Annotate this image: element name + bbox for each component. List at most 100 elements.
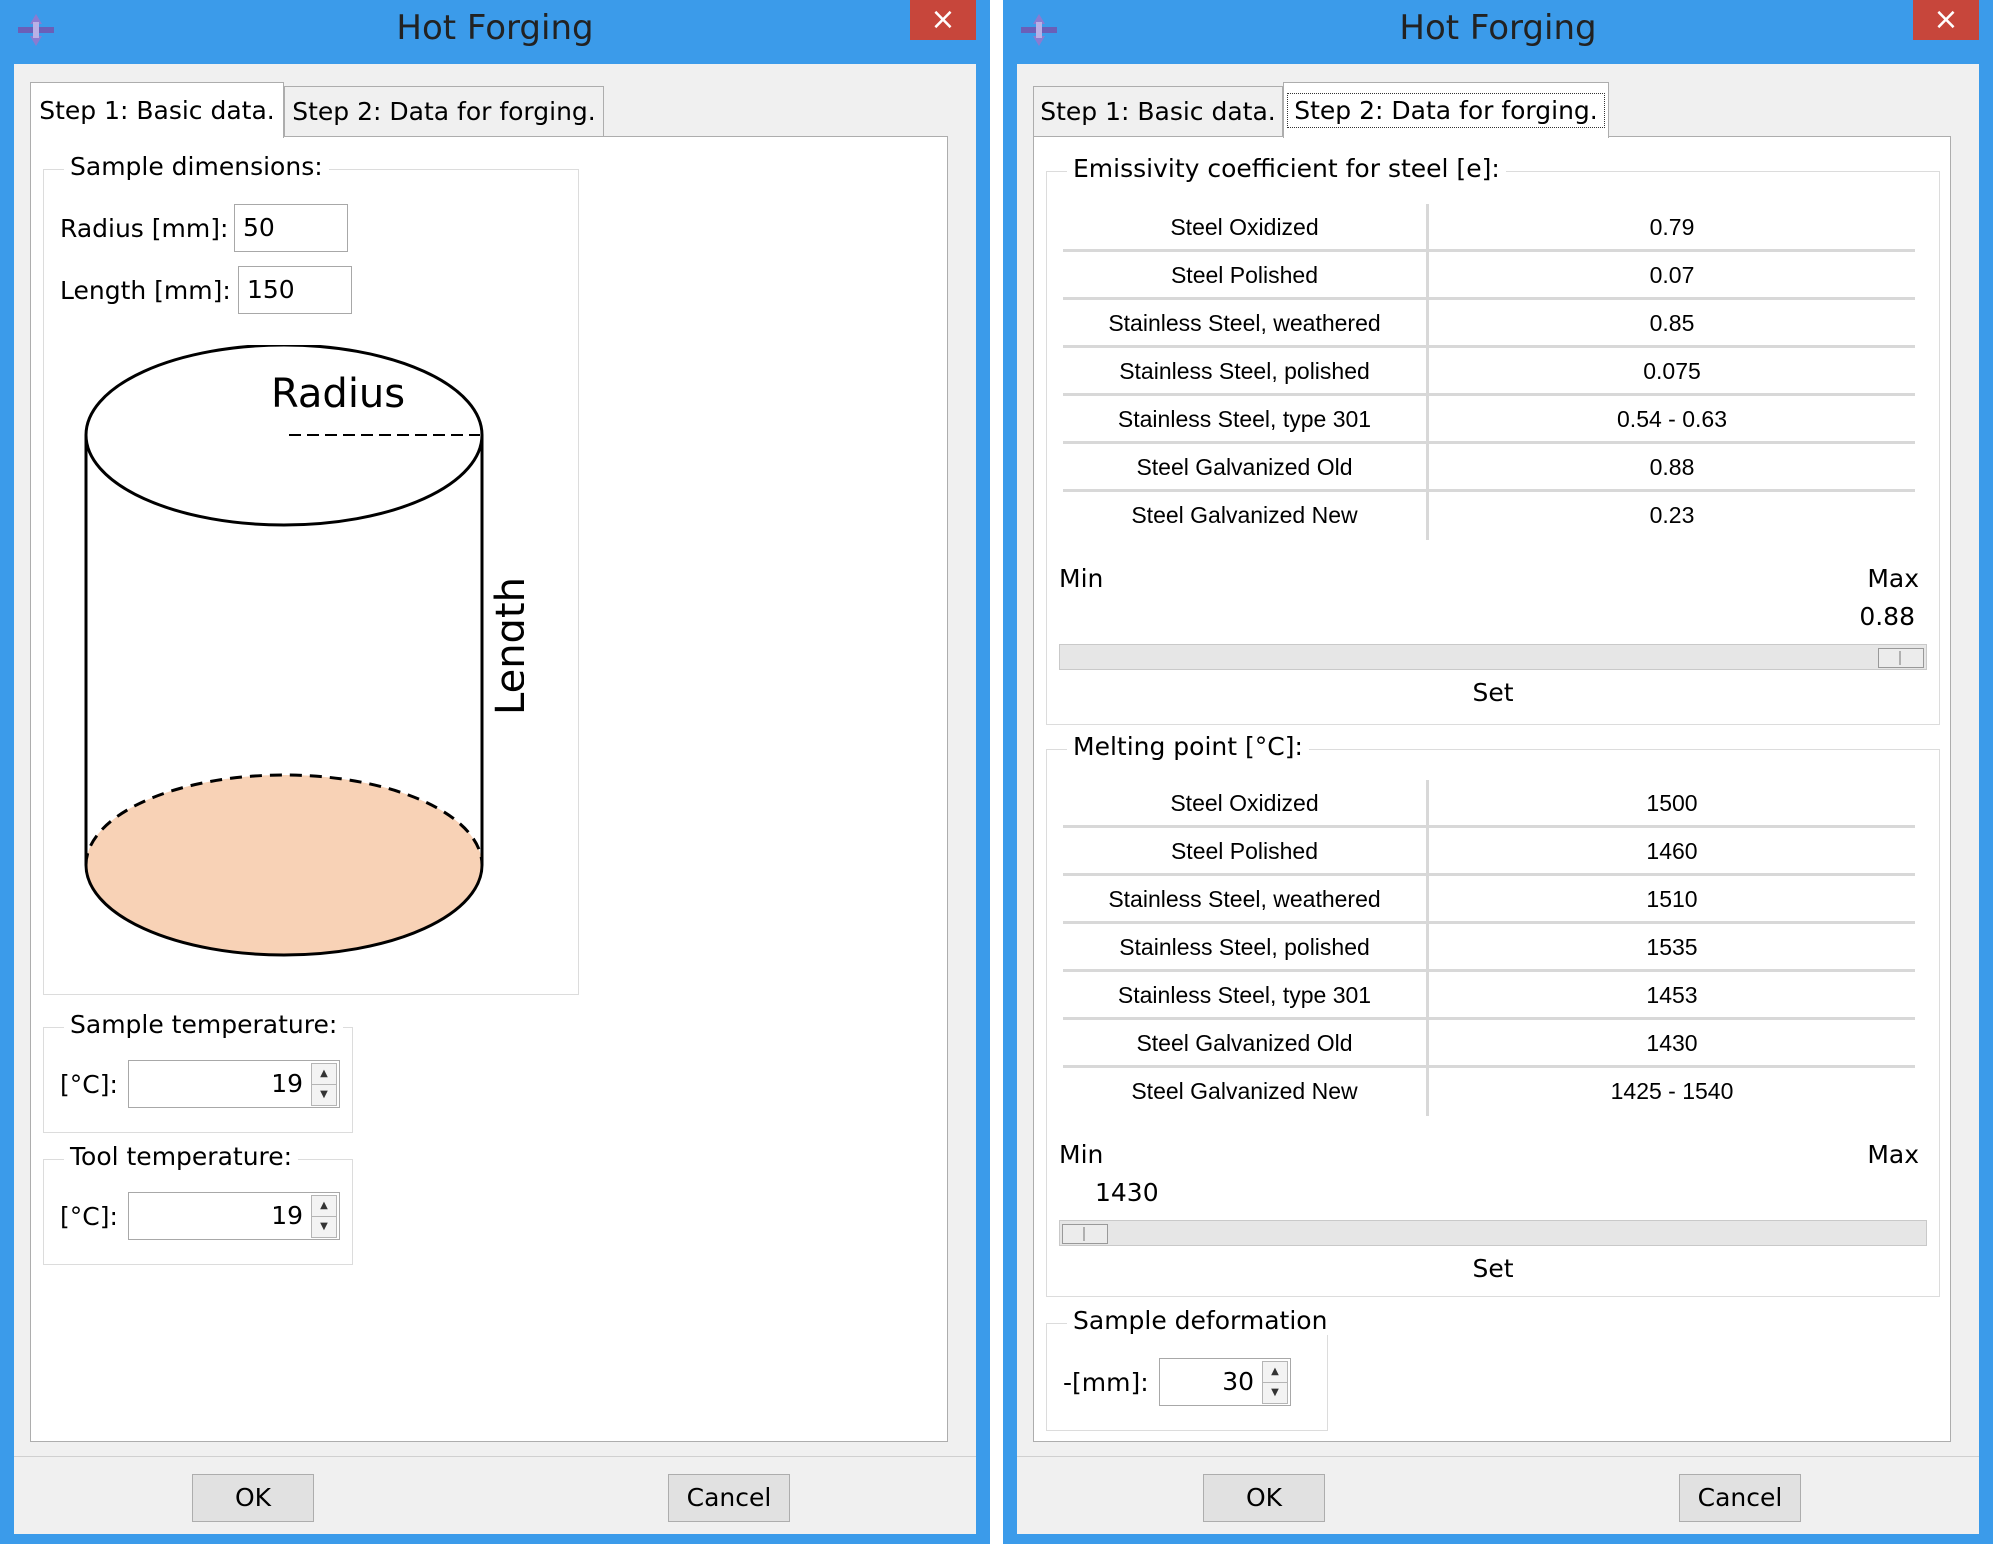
- emissivity-group: Emissivity coefficient for steel [e]: St…: [1046, 154, 1940, 725]
- slider-thumb[interactable]: [1878, 648, 1924, 668]
- table-row[interactable]: Stainless Steel, type 301 1453: [1063, 972, 1915, 1020]
- emissivity-slider-value: 0.88: [1859, 602, 1915, 631]
- sample-temperature-spinner[interactable]: 19 ▲ ▼: [128, 1060, 340, 1108]
- sample-temperature-value: 19: [271, 1069, 303, 1098]
- table-row[interactable]: Stainless Steel, polished 1535: [1063, 924, 1915, 972]
- footer-divider: [1017, 1456, 1979, 1457]
- spin-down-icon[interactable]: ▼: [311, 1216, 337, 1238]
- row-name: Steel Polished: [1063, 828, 1429, 876]
- ok-button[interactable]: OK: [192, 1474, 314, 1522]
- table-row[interactable]: Stainless Steel, weathered 1510: [1063, 876, 1915, 924]
- spin-up-icon[interactable]: ▲: [311, 1063, 337, 1085]
- row-name: Steel Galvanized Old: [1063, 444, 1429, 492]
- row-name: Steel Oxidized: [1063, 204, 1429, 252]
- tab-panel-basic-data: Sample dimensions: Radius [mm]: 50 Lengt…: [30, 136, 948, 1442]
- sample-dimensions-label: Sample dimensions:: [64, 152, 329, 181]
- tab-step1[interactable]: Step 1: Basic data.: [30, 82, 284, 138]
- tool-temperature-label: Tool temperature:: [64, 1142, 299, 1171]
- dialog-client: Step 1: Basic data. Step 2: Data for for…: [14, 64, 976, 1534]
- title-bar[interactable]: Hot Forging ×: [1003, 0, 1993, 60]
- table-row[interactable]: Stainless Steel, weathered 0.85: [1063, 300, 1915, 348]
- melting-min-label: Min: [1059, 1140, 1104, 1169]
- row-value: 0.075: [1643, 358, 1701, 384]
- sample-temperature-unit: [°C]:: [60, 1070, 118, 1099]
- sample-deformation-group: Sample deformation -[mm]: 30 ▲ ▼: [1046, 1306, 1334, 1431]
- row-value: 1430: [1646, 1030, 1698, 1056]
- melting-slider[interactable]: [1059, 1220, 1927, 1246]
- table-row[interactable]: Steel Polished 0.07: [1063, 252, 1915, 300]
- cylinder-diagram: Radius Length: [84, 345, 524, 957]
- title-bar[interactable]: Hot Forging ×: [0, 0, 990, 60]
- melting-max-label: Max: [1867, 1140, 1919, 1169]
- row-name: Stainless Steel, polished: [1063, 348, 1429, 396]
- row-value: 1453: [1646, 982, 1698, 1008]
- hot-forging-window-step1: Hot Forging × Step 1: Basic data. Step 2…: [0, 0, 990, 1544]
- close-button[interactable]: ×: [910, 0, 976, 40]
- slider-thumb[interactable]: [1062, 1224, 1108, 1244]
- deformation-spinner[interactable]: 30 ▲ ▼: [1159, 1358, 1291, 1406]
- window-title: Hot Forging: [1399, 8, 1597, 48]
- table-row[interactable]: Stainless Steel, polished 0.075: [1063, 348, 1915, 396]
- hot-forging-window-step2: Hot Forging × Step 1: Basic data. Step 2…: [1003, 0, 1993, 1544]
- table-row[interactable]: Steel Galvanized Old 1430: [1063, 1020, 1915, 1068]
- melting-set-label: Set: [1472, 1254, 1514, 1283]
- row-value: 1460: [1646, 838, 1698, 864]
- emissivity-max-label: Max: [1867, 564, 1919, 593]
- spin-down-icon[interactable]: ▼: [311, 1084, 337, 1106]
- row-name: Steel Galvanized New: [1063, 1068, 1429, 1116]
- cancel-button[interactable]: Cancel: [1679, 1474, 1801, 1522]
- cancel-button[interactable]: Cancel: [668, 1474, 790, 1522]
- melting-point-label: Melting point [°C]:: [1067, 732, 1309, 761]
- tab-step2[interactable]: Step 2: Data for forging.: [1283, 82, 1609, 138]
- diagram-length-label: Length: [488, 577, 524, 715]
- tab-step1[interactable]: Step 1: Basic data.: [1033, 86, 1283, 136]
- table-row[interactable]: Steel Galvanized New 0.23: [1063, 492, 1915, 540]
- row-name: Steel Polished: [1063, 252, 1429, 300]
- tab-panel-forging-data: Emissivity coefficient for steel [e]: St…: [1033, 136, 1951, 1442]
- melting-slider-value: 1430: [1095, 1178, 1159, 1207]
- tool-temperature-unit: [°C]:: [60, 1202, 118, 1231]
- footer-divider: [14, 1456, 976, 1457]
- sample-temperature-group: Sample temperature: [°C]: 19 ▲ ▼: [43, 1010, 353, 1133]
- table-row[interactable]: Stainless Steel, type 301 0.54 - 0.63: [1063, 396, 1915, 444]
- radius-label: Radius [mm]:: [60, 214, 229, 243]
- close-button[interactable]: ×: [1913, 0, 1979, 40]
- spin-up-icon[interactable]: ▲: [1262, 1361, 1288, 1383]
- table-row[interactable]: Steel Galvanized Old 0.88: [1063, 444, 1915, 492]
- row-name: Stainless Steel, polished: [1063, 924, 1429, 972]
- sample-dimensions-group: Sample dimensions: Radius [mm]: 50 Lengt…: [43, 152, 579, 995]
- length-input[interactable]: 150: [238, 266, 352, 314]
- row-value: 0.23: [1649, 502, 1695, 528]
- ok-button[interactable]: OK: [1203, 1474, 1325, 1522]
- spin-down-icon[interactable]: ▼: [1262, 1382, 1288, 1404]
- row-value: 1535: [1646, 934, 1698, 960]
- melting-point-group: Melting point [°C]: Steel Oxidized 1500 S…: [1046, 732, 1940, 1297]
- table-row[interactable]: Steel Polished 1460: [1063, 828, 1915, 876]
- row-value: 1425 - 1540: [1610, 1078, 1734, 1104]
- row-name: Stainless Steel, type 301: [1063, 972, 1429, 1020]
- emissivity-label: Emissivity coefficient for steel [e]:: [1067, 154, 1506, 183]
- tool-temperature-group: Tool temperature: [°C]: 19 ▲ ▼: [43, 1142, 353, 1265]
- row-value: 0.85: [1649, 310, 1695, 336]
- row-name: Stainless Steel, weathered: [1063, 876, 1429, 924]
- radius-input[interactable]: 50: [234, 204, 348, 252]
- window-title: Hot Forging: [396, 8, 594, 48]
- row-name: Steel Galvanized New: [1063, 492, 1429, 540]
- emissivity-slider[interactable]: [1059, 644, 1927, 670]
- tool-temperature-spinner[interactable]: 19 ▲ ▼: [128, 1192, 340, 1240]
- table-row[interactable]: Steel Galvanized New 1425 - 1540: [1063, 1068, 1915, 1116]
- table-row[interactable]: Steel Oxidized 0.79: [1063, 204, 1915, 252]
- row-name: Steel Galvanized Old: [1063, 1020, 1429, 1068]
- length-label: Length [mm]:: [60, 276, 231, 305]
- row-name: Steel Oxidized: [1063, 780, 1429, 828]
- row-value: 1500: [1646, 790, 1698, 816]
- deformation-unit: -[mm]:: [1063, 1368, 1149, 1397]
- tab-step2[interactable]: Step 2: Data for forging.: [284, 86, 604, 136]
- emissivity-set-label: Set: [1472, 678, 1514, 707]
- spin-up-icon[interactable]: ▲: [311, 1195, 337, 1217]
- diagram-radius-label: Radius: [271, 371, 405, 417]
- tool-temperature-value: 19: [271, 1201, 303, 1230]
- table-row[interactable]: Steel Oxidized 1500: [1063, 780, 1915, 828]
- deformation-value: 30: [1222, 1367, 1254, 1396]
- emissivity-min-label: Min: [1059, 564, 1104, 593]
